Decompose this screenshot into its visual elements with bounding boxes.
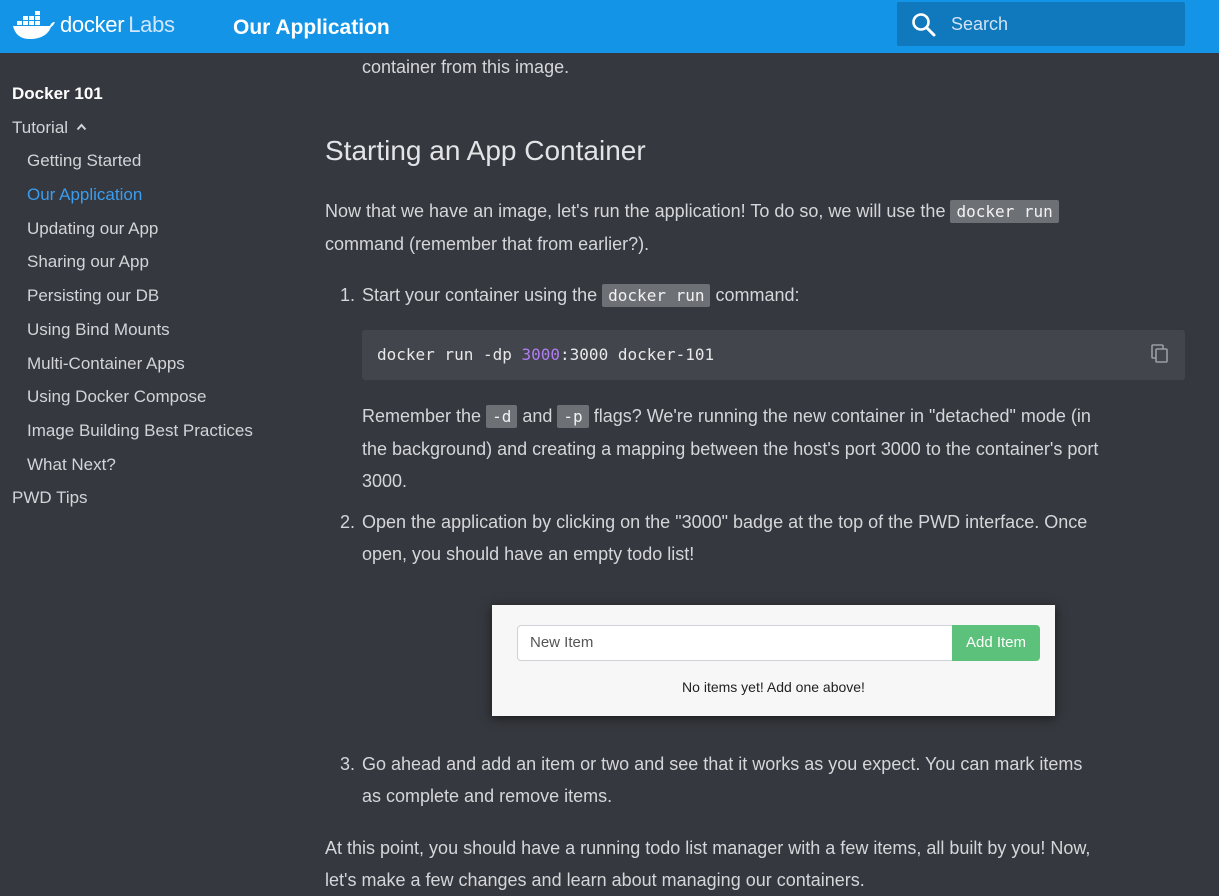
inline-code: -d	[486, 405, 518, 428]
sidebar-item-docker-101[interactable]: Docker 101	[12, 84, 103, 104]
code-line: docker run -dp 3000:3000 docker-101	[377, 345, 715, 364]
sidebar-item-label: Tutorial	[12, 118, 69, 137]
search-input[interactable]	[951, 10, 1171, 38]
sidebar-item-sharing-our-app[interactable]: Sharing our App	[27, 252, 149, 272]
docker-whale-icon	[13, 11, 55, 39]
sidebar-item-updating-our-app[interactable]: Updating our App	[27, 219, 158, 239]
sidebar-item-tutorial[interactable]: Tutorial	[12, 118, 87, 138]
step-1-text: Start your container using the docker ru…	[362, 284, 800, 307]
sidebar-item-using-bind-mounts[interactable]: Using Bind Mounts	[27, 320, 170, 340]
sidebar-item-persisting-our-db[interactable]: Persisting our DB	[27, 286, 159, 306]
new-item-input: New Item	[517, 625, 953, 661]
sidebar-item-what-next[interactable]: What Next?	[27, 455, 116, 475]
copy-icon[interactable]	[1151, 344, 1169, 364]
empty-list-message: No items yet! Add one above!	[682, 679, 865, 695]
sidebar-item-our-application[interactable]: Our Application	[27, 185, 142, 205]
top-header: docker Labs Our Application	[0, 0, 1219, 53]
inline-code: -p	[557, 405, 589, 428]
page-title: Our Application	[233, 16, 390, 39]
search-box[interactable]	[897, 2, 1185, 46]
step-2-text: Open the application by clicking on the …	[362, 512, 1088, 564]
add-item-button: Add Item	[952, 625, 1040, 661]
step-number: 1.	[340, 285, 356, 305]
inline-code: docker run	[950, 200, 1059, 223]
section-heading: Starting an App Container	[325, 135, 646, 166]
docker-labs-logo[interactable]: docker Labs	[12, 8, 175, 42]
paragraph-text: container from this image.	[362, 57, 570, 77]
remember-paragraph: Remember the -d and -p flags? We're runn…	[362, 405, 1099, 491]
step-number: 2.	[340, 512, 356, 532]
logo-text: docker Labs	[60, 12, 175, 37]
step-3-text: Go ahead and add an item or two and see …	[362, 754, 1083, 806]
sidebar-nav: Docker 101 Tutorial Getting Started Our …	[0, 53, 300, 896]
sidebar-item-getting-started[interactable]: Getting Started	[27, 151, 141, 171]
inline-code: docker run	[602, 284, 711, 307]
step-number: 3.	[340, 754, 356, 774]
chevron-up-icon	[76, 123, 87, 131]
main-content: container from this image. Starting an A…	[325, 53, 1185, 896]
search-icon	[912, 13, 936, 37]
sidebar-item-using-docker-compose[interactable]: Using Docker Compose	[27, 387, 207, 407]
code-number-token: 3000	[521, 345, 561, 364]
sidebar-item-multi-container-apps[interactable]: Multi-Container Apps	[27, 354, 185, 374]
outro-paragraph: At this point, you should have a running…	[325, 838, 1091, 890]
intro-paragraph: Now that we have an image, let's run the…	[325, 195, 1185, 260]
todo-app-screenshot: New Item Add Item No items yet! Add one …	[492, 605, 1055, 716]
code-block: docker run -dp 3000:3000 docker-101	[362, 330, 1185, 380]
logo-labs-text: Labs	[128, 12, 175, 37]
sidebar-item-image-building-best-practices[interactable]: Image Building Best Practices	[27, 421, 253, 441]
sidebar-item-pwd-tips[interactable]: PWD Tips	[12, 488, 88, 508]
